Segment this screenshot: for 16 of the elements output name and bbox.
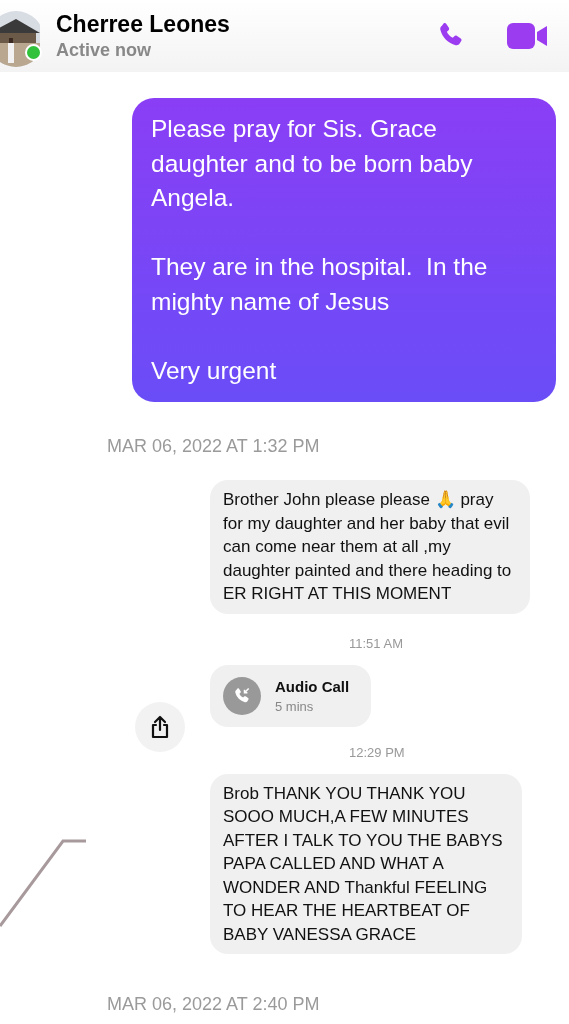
call-record[interactable]: Audio Call 5 mins	[210, 664, 372, 727]
sent-message: Please pray for Sis. Grace daughter and to be born baby Angela. They are in the hospital. In the mighty name of Jesus Very urgent	[132, 98, 556, 402]
incoming-call-icon	[223, 676, 261, 715]
share-icon	[149, 714, 171, 739]
time-label: 12:29 PM	[349, 744, 405, 760]
received-message: Brob THANK YOU THANK YOU SOOO MUCH,A FEW MINUTES AFTER I TALK TO YOU THE BABYS PAPA CALLED AND WHAT A WONDER AND Thankful FEELING TO HEAR THE HEARTBEAT OF BABY VANESSA GRACE	[210, 773, 522, 954]
date-label: MAR 06, 2022 AT 1:32 PM	[107, 436, 320, 457]
time-label: 11:51 AM	[349, 635, 403, 651]
share-button[interactable]	[135, 701, 185, 752]
video-camera-icon[interactable]	[507, 21, 549, 51]
received-message: Brother John please please 🙏 pray for my daughter and her baby that evil can come near them at all ,my daughter painted and there heading to ER RIGHT AT THIS MOMENT	[210, 480, 530, 614]
contact-name: Cherree Leones	[56, 11, 231, 38]
call-title: Audio Call	[275, 677, 350, 695]
call-duration: 5 mins	[275, 698, 315, 714]
date-label: MAR 06, 2022 AT 2:40 PM	[107, 994, 320, 1015]
contact-status: Active now	[56, 40, 153, 61]
